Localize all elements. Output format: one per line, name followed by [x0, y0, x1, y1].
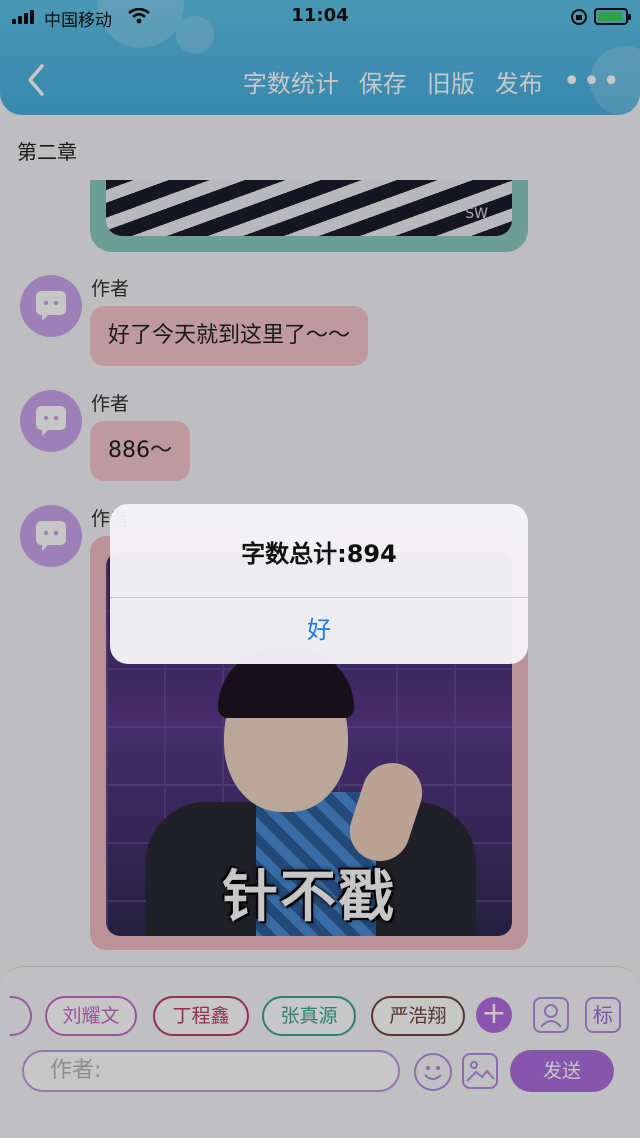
alert-ok-button[interactable]: 好	[110, 597, 528, 664]
word-count-alert: 字数总计:894 好	[110, 504, 528, 664]
alert-title: 字数总计:894	[241, 540, 397, 568]
